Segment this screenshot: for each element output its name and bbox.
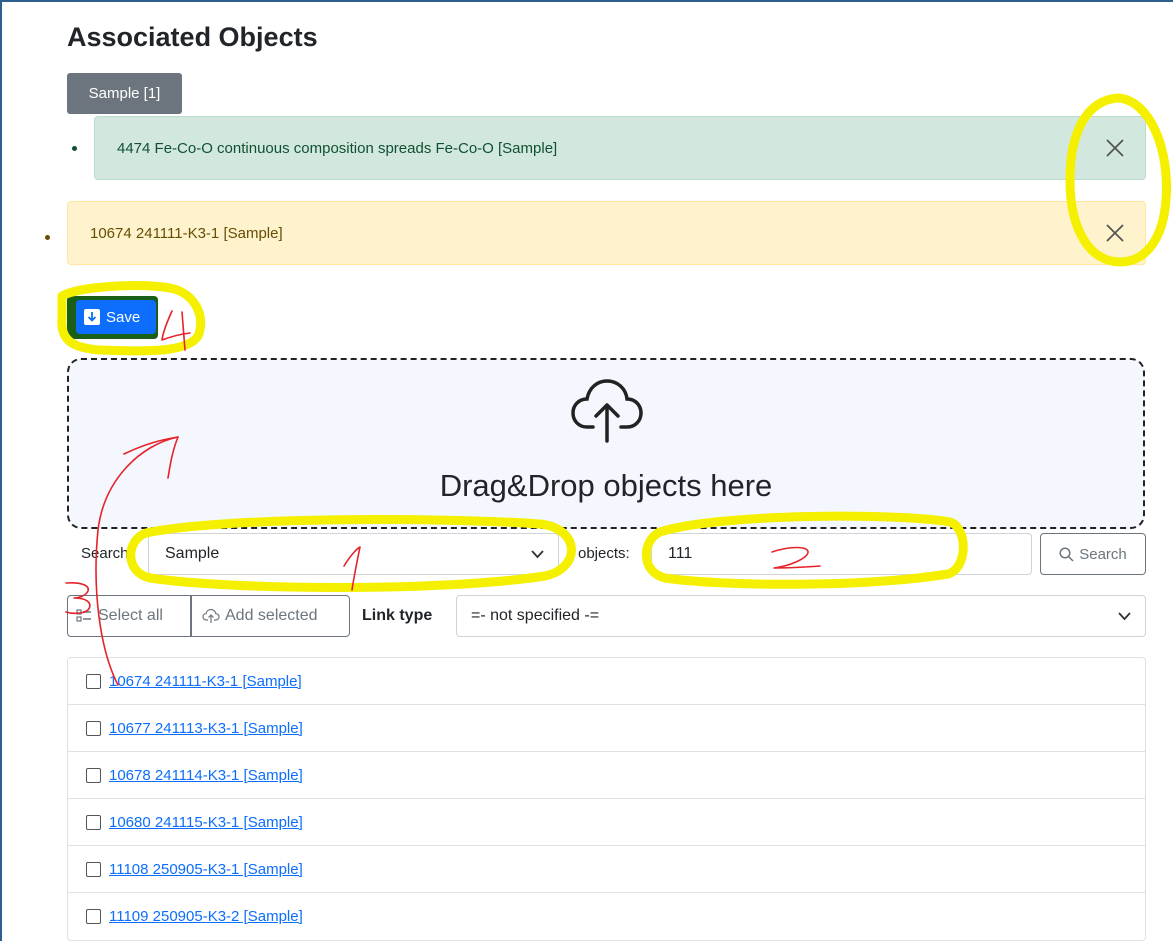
list-item: 11108 250905-K3-1 [Sample]	[68, 846, 1145, 893]
drop-zone-text: Drag&Drop objects here	[439, 468, 773, 503]
link-type-label: Link type	[362, 607, 433, 624]
save-button-outline: Save	[67, 296, 158, 339]
list-item: 10677 241113-K3-1 [Sample]	[68, 705, 1145, 752]
search-icon	[1059, 546, 1074, 562]
save-button-label: Save	[106, 308, 141, 326]
result-link[interactable]: 10680 241115-K3-1 [Sample]	[109, 814, 303, 831]
drop-zone[interactable]: Drag&Drop objects here	[67, 358, 1145, 529]
chevron-down-icon	[1118, 612, 1131, 621]
selection-toolbar: Select all Add selected Link type =- not…	[67, 595, 1146, 637]
object-type-value: Sample	[165, 545, 220, 562]
result-link[interactable]: 10678 241114-K3-1 [Sample]	[109, 767, 303, 784]
add-selected-label: Add selected	[225, 607, 318, 624]
link-type-select[interactable]: =- not specified -=	[456, 595, 1146, 637]
checklist-icon	[76, 609, 91, 622]
page-title: Associated Objects	[67, 22, 318, 52]
row-checkbox[interactable]	[86, 814, 101, 830]
window-border-left	[0, 0, 2, 941]
link-type-value: =- not specified -=	[471, 607, 600, 624]
search-results-list: 10674 241111-K3-1 [Sample] 10677 241113-…	[67, 657, 1146, 941]
associated-item: 4474 Fe-Co-O continuous composition spre…	[94, 116, 1146, 180]
window-border-top	[0, 0, 1173, 2]
associated-item: 10674 241111-K3-1 [Sample]	[67, 201, 1146, 265]
object-type-select[interactable]: Sample	[148, 533, 559, 575]
row-checkbox[interactable]	[86, 673, 101, 689]
cloud-upload-icon	[202, 608, 220, 623]
row-checkbox[interactable]	[86, 720, 101, 736]
result-link[interactable]: 11108 250905-K3-1 [Sample]	[109, 861, 303, 878]
chevron-down-icon	[531, 550, 544, 559]
associated-item-label: 4474 Fe-Co-O continuous composition spre…	[117, 139, 558, 157]
list-item: 10678 241114-K3-1 [Sample]	[68, 752, 1145, 799]
select-all-label: Select all	[98, 607, 163, 624]
result-link[interactable]: 10677 241113-K3-1 [Sample]	[109, 720, 303, 737]
close-icon[interactable]	[1103, 136, 1127, 160]
row-checkbox[interactable]	[86, 909, 101, 924]
row-checkbox[interactable]	[86, 861, 101, 877]
row-checkbox[interactable]	[86, 767, 101, 783]
save-button[interactable]: Save	[76, 300, 156, 334]
objects-input[interactable]	[651, 533, 1032, 575]
search-button-label: Search	[1079, 545, 1127, 563]
close-icon[interactable]	[1103, 221, 1127, 245]
list-item: 10674 241111-K3-1 [Sample]	[68, 658, 1145, 705]
search-button[interactable]: Search	[1040, 533, 1146, 575]
select-all-button[interactable]: Select all	[67, 595, 191, 637]
objects-label: objects:	[578, 545, 630, 562]
list-bullet	[72, 146, 77, 151]
result-link[interactable]: 11109 250905-K3-2 [Sample]	[109, 908, 303, 925]
add-selected-button[interactable]: Add selected	[191, 595, 350, 637]
list-item: 11109 250905-K3-2 [Sample]	[68, 893, 1145, 940]
associated-item-label: 10674 241111-K3-1 [Sample]	[90, 224, 283, 242]
tab-sample[interactable]: Sample [1]	[67, 73, 182, 114]
cloud-upload-icon	[571, 379, 643, 443]
result-link[interactable]: 10674 241111-K3-1 [Sample]	[109, 673, 302, 690]
download-icon	[84, 309, 100, 325]
list-item: 10680 241115-K3-1 [Sample]	[68, 799, 1145, 846]
search-label: Search	[81, 545, 129, 562]
list-bullet	[45, 235, 50, 240]
